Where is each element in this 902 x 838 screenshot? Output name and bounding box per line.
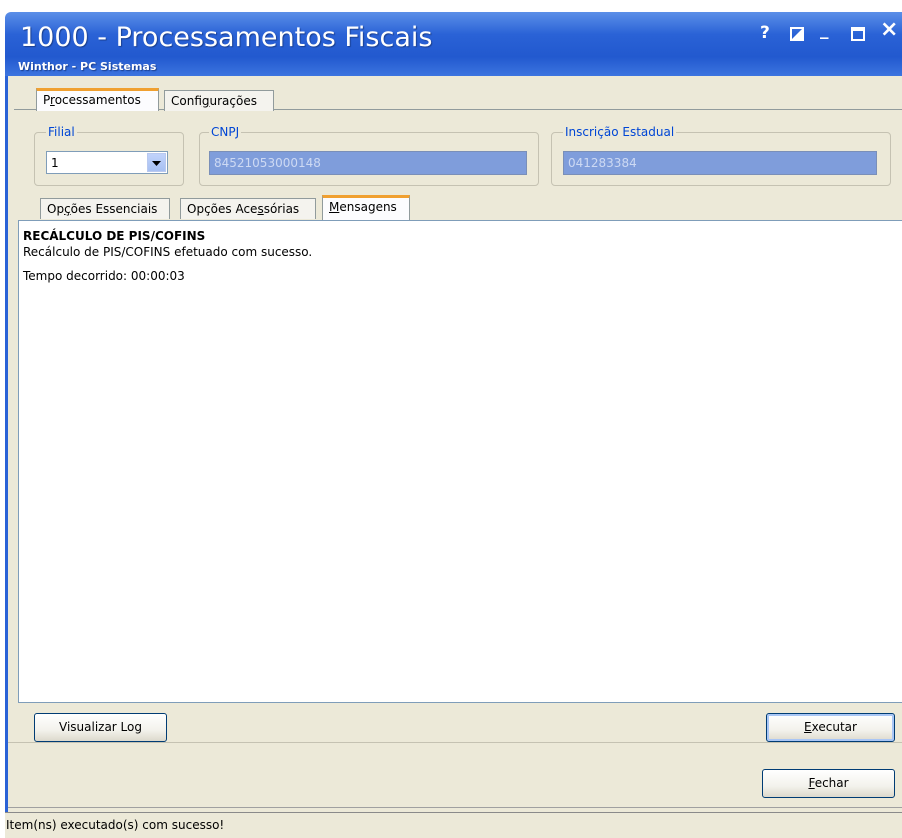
chevron-down-icon [152,161,161,166]
filial-label: Filial [46,125,77,139]
tab-label-part: Opções Ace [187,202,258,216]
status-text: Item(ns) executado(s) com sucesso! [6,818,225,832]
messages-panel[interactable]: RECÁLCULO DE PIS/COFINS Recálculo de PIS… [18,220,902,703]
tab-label-part: Op [47,202,65,216]
window-title: 1000 - Processamentos Fiscais [20,22,433,53]
cnpj-label: CNPJ [209,125,242,139]
filial-select[interactable]: 1 [46,151,168,174]
fechar-button[interactable]: Fechar [762,769,895,798]
tab-configuracoes[interactable]: Configurações [164,90,274,111]
subtab-opcoes-essenciais[interactable]: Opções Essenciais [40,198,170,219]
tab-mnemonic: ç [64,202,71,216]
button-mnemonic: E [804,720,812,734]
window-border [5,76,8,838]
tab-mnemonic: g [201,94,210,108]
tab-label-part: ões Essenciais [70,202,158,216]
tab-label-part: urações [209,94,257,108]
visualizar-log-button[interactable]: Visualizar Log [34,713,167,742]
tab-mnemonic: M [329,200,340,214]
tab-label-part: ensagens [339,200,397,214]
inscricao-label: Inscrição Estadual [563,125,677,139]
message-line: Recálculo de PIS/COFINS efetuado com suc… [23,245,313,259]
tab-label-part: Confi [171,94,202,108]
message-line: Tempo decorrido: 00:00:03 [23,269,185,283]
window-subtitle: Winthor - PC Sistemas [18,60,157,73]
restore-edit-icon[interactable] [790,27,804,41]
tab-label-part: ocessamentos [54,93,141,107]
minimize-button[interactable]: _ [820,20,829,40]
status-divider [8,807,902,808]
subtab-opcoes-acessorias[interactable]: Opções Acessórias [180,198,316,219]
close-button[interactable]: × [880,19,898,41]
subtab-mensagens[interactable]: Mensagens [322,195,410,220]
filial-dropdown-button[interactable] [147,153,166,172]
inscricao-field[interactable]: 041283384 [563,151,877,175]
button-label-part: echar [814,776,849,790]
tab-label-part: sórias [263,202,300,216]
button-label-part: xecutar [811,720,857,734]
cnpj-field[interactable]: 84521053000148 [209,151,527,175]
message-heading: RECÁLCULO DE PIS/COFINS [23,229,206,243]
executar-button[interactable]: Executar [766,713,895,742]
filial-value: 1 [51,156,59,170]
help-button[interactable]: ? [760,23,770,43]
maximize-icon[interactable] [851,27,865,41]
tab-label-part: P [43,93,51,107]
tab-processamentos[interactable]: Processamentos [36,88,159,111]
button-divider [8,742,902,743]
